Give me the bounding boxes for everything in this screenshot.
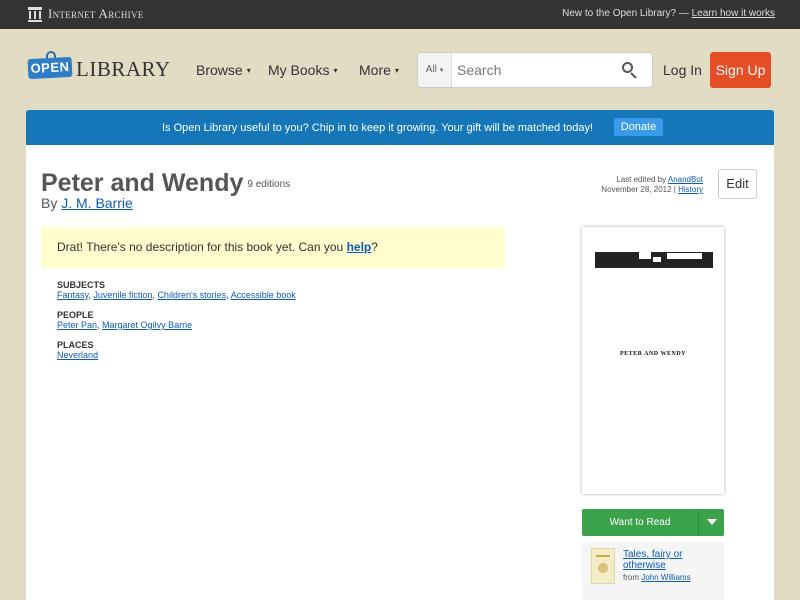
open-library-logo[interactable]: OPEN LIBRARY xyxy=(27,51,171,83)
chevron-down-icon: ▾ xyxy=(439,67,444,74)
subject-link[interactable]: Fantasy xyxy=(57,290,88,300)
last-edited-info: Last edited by AnandBot November 28, 201… xyxy=(601,175,703,195)
places-section: PLACES Neverland xyxy=(57,340,296,360)
nav-my-books[interactable]: My Books ▾ xyxy=(268,62,337,78)
related-author-link[interactable]: John Williams xyxy=(641,573,690,582)
open-sign-icon: OPEN xyxy=(27,51,74,83)
subject-link[interactable]: Children's stories xyxy=(157,290,226,300)
people-section: PEOPLE Peter Pan, Margaret Ogilvy Barrie xyxy=(57,310,296,330)
ia-top-bar: Internet Archive New to the Open Library… xyxy=(0,0,800,29)
subjects-label: SUBJECTS xyxy=(57,280,106,290)
chevron-down-icon: ▾ xyxy=(394,65,399,75)
nav-my-books-label: My Books xyxy=(268,62,330,78)
search-bar: All ▾ Search xyxy=(417,52,653,88)
related-book-from: from John Williams xyxy=(623,573,691,582)
donate-banner: Is Open Library useful to you? Chip in t… xyxy=(26,110,774,145)
chevron-down-icon: ▾ xyxy=(246,65,251,75)
edit-button[interactable]: Edit xyxy=(718,169,757,199)
login-link[interactable]: Log In xyxy=(663,62,702,78)
want-to-read-button[interactable]: Want to Read xyxy=(582,509,698,536)
places-label: PLACES xyxy=(57,340,94,350)
reading-log-dropdown[interactable] xyxy=(698,509,724,536)
place-link[interactable]: Neverland xyxy=(57,350,98,360)
library-wordmark: LIBRARY xyxy=(76,57,171,81)
book-title-row: Peter and Wendy 9 editions xyxy=(41,169,290,198)
history-link[interactable]: History xyxy=(678,185,703,194)
book-cover[interactable]: PETER AND WENDY xyxy=(582,227,724,494)
last-edited-user-link[interactable]: AnandBot xyxy=(668,175,703,184)
internet-archive-text: Internet Archive xyxy=(48,6,144,21)
search-scope-label: All xyxy=(425,64,437,75)
person-link[interactable]: Margaret Ogilvy Barrie xyxy=(102,320,192,330)
book-title: Peter and Wendy xyxy=(41,169,244,197)
last-edited-date: November 28, 2012 | xyxy=(601,185,676,194)
no-description-text: Drat! There's no description for this bo… xyxy=(57,240,344,254)
people-label: PEOPLE xyxy=(57,310,94,320)
site-header: OPEN LIBRARY Browse ▾ My Books ▾ More ▾ … xyxy=(0,29,800,110)
nav-browse-label: Browse xyxy=(196,62,243,78)
related-book-card: Tales, fairy or otherwise from John Will… xyxy=(582,542,724,600)
book-facets: SUBJECTS Fantasy, Juvenile fiction, Chil… xyxy=(57,280,296,370)
subject-link[interactable]: Accessible book xyxy=(231,290,296,300)
subjects-section: SUBJECTS Fantasy, Juvenile fiction, Chil… xyxy=(57,280,296,300)
donate-message: Is Open Library useful to you? Chip in t… xyxy=(162,122,594,134)
editions-count: 9 editions xyxy=(247,178,291,190)
person-link[interactable]: Peter Pan xyxy=(57,320,97,330)
book-byline: By J. M. Barrie xyxy=(41,195,133,211)
search-icon[interactable] xyxy=(622,62,638,79)
donate-button[interactable]: Donate xyxy=(614,118,663,136)
related-from-label: from xyxy=(623,573,639,582)
subject-link[interactable]: Juvenile fiction xyxy=(93,290,152,300)
author-link[interactable]: J. M. Barrie xyxy=(61,195,133,211)
related-book-title-link[interactable]: Tales, fairy or otherwise xyxy=(623,549,718,571)
learn-how-link[interactable]: Learn how it works xyxy=(692,8,775,19)
open-sign-text: OPEN xyxy=(27,56,73,80)
cover-title: PETER AND WENDY xyxy=(619,351,687,357)
book-page: Peter and Wendy 9 editions By J. M. Barri… xyxy=(26,145,774,600)
ia-new-message: New to the Open Library? — Learn how it … xyxy=(562,8,775,19)
search-input[interactable]: Search xyxy=(457,62,501,78)
chevron-down-icon: ▾ xyxy=(333,65,338,75)
search-scope-select[interactable]: All ▾ xyxy=(418,53,452,87)
internet-archive-logo[interactable]: Internet Archive xyxy=(28,6,144,22)
signup-button[interactable]: Sign Up xyxy=(710,52,771,88)
want-to-read-control: Want to Read xyxy=(582,509,724,536)
help-link[interactable]: help xyxy=(347,240,372,254)
last-edited-prefix: Last edited by xyxy=(616,175,667,184)
archive-temple-icon xyxy=(28,6,42,22)
nav-more[interactable]: More ▾ xyxy=(359,62,399,78)
nav-browse[interactable]: Browse ▾ xyxy=(196,62,251,78)
no-description-notice: Drat! There's no description for this bo… xyxy=(41,227,505,268)
new-to-library-text: New to the Open Library? — xyxy=(562,8,689,19)
nav-more-label: More xyxy=(359,62,391,78)
caret-down-icon xyxy=(707,519,717,525)
no-description-end: ? xyxy=(371,240,378,254)
by-label: By xyxy=(41,195,58,211)
related-book-thumbnail[interactable] xyxy=(591,548,615,584)
